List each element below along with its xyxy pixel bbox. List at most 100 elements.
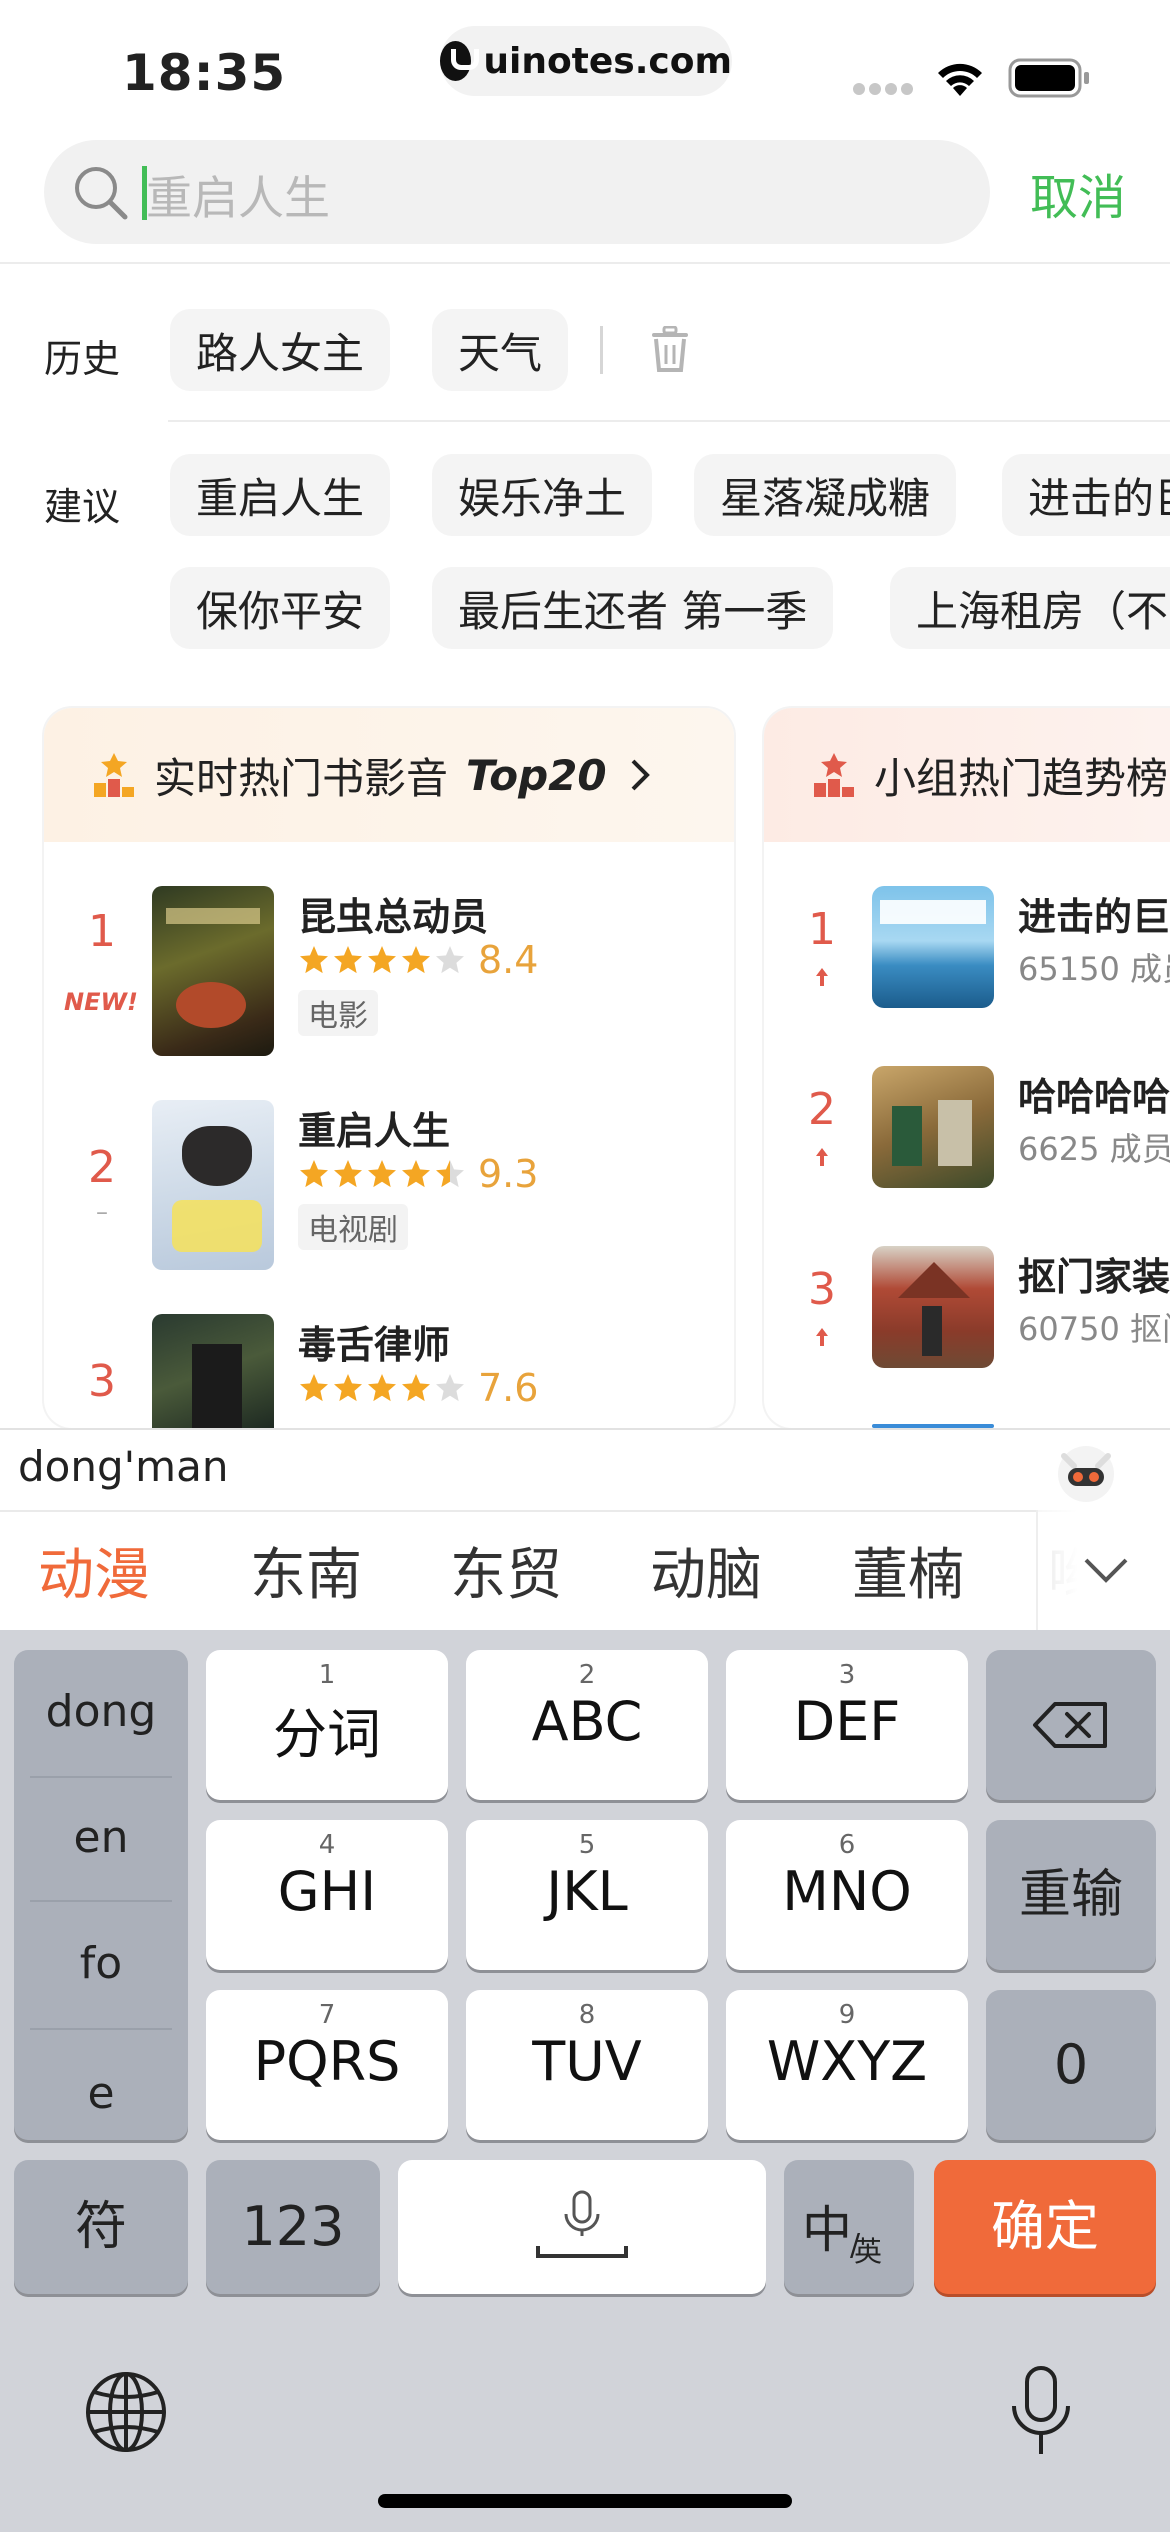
expand-candidates-button[interactable]: [1036, 1510, 1170, 1630]
globe-icon[interactable]: [84, 2370, 168, 2454]
group-title[interactable]: 进击的巨: [1018, 886, 1170, 941]
history-chip[interactable]: 路人女主: [170, 309, 391, 391]
url-text: uinotes.com: [483, 40, 732, 82]
media-type-tag: 电视剧: [298, 1204, 408, 1250]
trophy-rank-icon: [94, 753, 134, 797]
media-title[interactable]: 重启人生: [298, 1100, 450, 1155]
ime-mascot-icon[interactable]: [1054, 1440, 1118, 1504]
key-number: 1: [318, 1660, 336, 1690]
space-key[interactable]: [398, 2160, 766, 2294]
key-4[interactable]: 4 GHI: [206, 1820, 448, 1970]
key-number: 5: [578, 1830, 596, 1860]
star-icon: [300, 1160, 328, 1188]
hot-media-header[interactable]: 实时热门书影音 Top20: [44, 708, 734, 842]
cancel-button[interactable]: 取消: [1030, 158, 1126, 228]
poster-image[interactable]: [152, 1314, 274, 1428]
group-title[interactable]: 抠门家装: [1018, 1246, 1170, 1301]
group-image[interactable]: [872, 1066, 994, 1188]
rank-change: –: [96, 1198, 108, 1226]
key-number: 4: [318, 1830, 336, 1860]
candidate-item[interactable]: 动漫: [38, 1530, 150, 1611]
key-label: DEF: [793, 1690, 901, 1753]
candidate-item[interactable]: 东南: [250, 1530, 362, 1611]
media-title[interactable]: 毒舌律师: [298, 1314, 450, 1369]
group-title[interactable]: 哈哈哈哈: [1018, 1066, 1170, 1121]
key-label: WXYZ: [766, 2030, 928, 2093]
star-icon: [334, 946, 362, 974]
star-icon: [334, 1160, 362, 1188]
side-pinyin-item[interactable]: e: [14, 2068, 188, 2119]
search-icon: [75, 167, 128, 220]
star-icon: [436, 1160, 464, 1188]
history-label: 历史: [44, 337, 121, 381]
symbol-key[interactable]: 符: [14, 2160, 188, 2294]
divider: [600, 326, 603, 374]
suggest-chip[interactable]: 进击的巨: [1002, 454, 1170, 536]
side-pinyin-item[interactable]: en: [14, 1812, 188, 1863]
group-image[interactable]: [872, 1246, 994, 1368]
divider: [30, 1900, 172, 1902]
poster-image[interactable]: [152, 886, 274, 1056]
key-label: PQRS: [253, 2030, 401, 2093]
backspace-icon: [1033, 1702, 1107, 1748]
microphone-icon[interactable]: [1008, 2364, 1074, 2460]
key-number: 6: [838, 1830, 856, 1860]
side-pinyin-item[interactable]: fo: [14, 1938, 188, 1989]
key-1[interactable]: 1 分词: [206, 1650, 448, 1800]
trash-icon[interactable]: [650, 326, 690, 372]
star-icon: [402, 1160, 430, 1188]
numbers-key[interactable]: 123: [206, 2160, 380, 2294]
reenter-key[interactable]: 重输: [986, 1820, 1156, 1970]
zero-key[interactable]: 0: [986, 1990, 1156, 2140]
key-8[interactable]: 8 TUV: [466, 1990, 708, 2140]
confirm-key[interactable]: 确定: [934, 2160, 1156, 2294]
rank-number: 1: [88, 906, 116, 957]
backspace-key[interactable]: [986, 1650, 1156, 1800]
lang-slash: /: [850, 2228, 861, 2263]
side-pinyin-item[interactable]: dong: [14, 1686, 188, 1737]
key-9[interactable]: 9 WXYZ: [726, 1990, 968, 2140]
media-type-tag: 电影: [298, 990, 378, 1036]
key-2[interactable]: 2 ABC: [466, 1650, 708, 1800]
history-chip[interactable]: 天气: [432, 309, 569, 391]
star-icon: [368, 1160, 396, 1188]
suggest-chip[interactable]: 最后生还者 第一季: [432, 567, 834, 649]
signal-dots-icon: [853, 83, 913, 95]
candidate-item[interactable]: 董楠: [852, 1530, 964, 1611]
key-label: TUV: [532, 2030, 642, 2093]
arrow-up-icon: [816, 1328, 828, 1346]
group-image[interactable]: [872, 886, 994, 1008]
key-6[interactable]: 6 MNO: [726, 1820, 968, 1970]
suggest-chip[interactable]: 娱乐净土: [432, 454, 653, 536]
group-trend-header[interactable]: 小组热门趋势榜: [764, 708, 1170, 842]
candidate-item[interactable]: 动脑: [650, 1530, 762, 1611]
search-input[interactable]: 重启人生: [44, 140, 990, 244]
star-icon: [402, 1374, 430, 1402]
key-7[interactable]: 7 PQRS: [206, 1990, 448, 2140]
star-icon: [300, 1374, 328, 1402]
home-indicator[interactable]: [378, 2494, 792, 2508]
star-icon: [334, 1374, 362, 1402]
media-title[interactable]: 昆虫总动员: [298, 886, 488, 941]
arrow-up-icon: [816, 968, 828, 986]
star-icon: [436, 946, 464, 974]
key-number: 2: [578, 1660, 596, 1690]
rank-number: 3: [808, 1264, 836, 1315]
arrow-up-icon: [816, 1148, 828, 1166]
suggest-chip[interactable]: 星落凝成糖: [694, 454, 957, 536]
rank-number: 1: [808, 904, 836, 955]
url-pill[interactable]: uinotes.com: [440, 26, 732, 96]
suggest-chip[interactable]: 保你平安: [170, 567, 391, 649]
suggest-chip[interactable]: 重启人生: [170, 454, 391, 536]
member-count: 65150 成员: [1018, 950, 1170, 988]
key-3[interactable]: 3 DEF: [726, 1650, 968, 1800]
key-5[interactable]: 5 JKL: [466, 1820, 708, 1970]
suggest-chip[interactable]: 上海租房（不: [890, 567, 1170, 649]
candidate-item[interactable]: 东贸: [450, 1530, 562, 1611]
member-count: 6625 成员: [1018, 1130, 1170, 1168]
rating-score: 9.3: [478, 1152, 539, 1196]
poster-image[interactable]: [152, 1100, 274, 1270]
language-switch-key[interactable]: 中 英 /: [784, 2160, 914, 2294]
divider: [30, 1776, 172, 1778]
rating-score: 8.4: [478, 938, 539, 982]
